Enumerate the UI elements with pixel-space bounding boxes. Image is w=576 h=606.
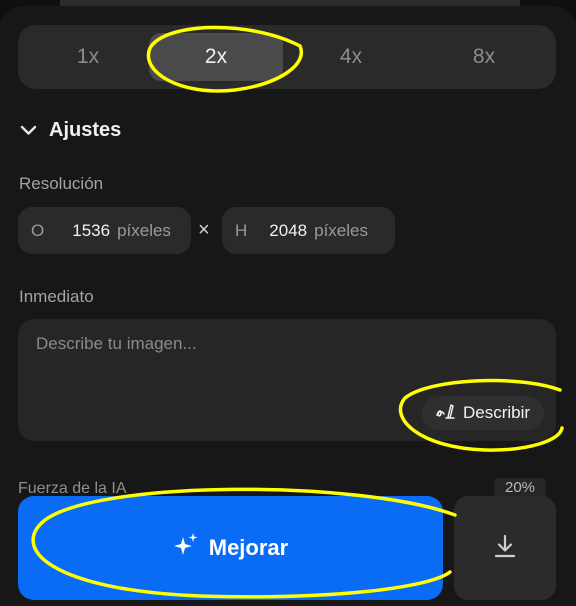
scale-option-8x[interactable]: 8x [434, 25, 534, 89]
settings-section-toggle[interactable]: Ajustes [20, 119, 121, 142]
width-unit: píxeles [117, 220, 171, 240]
times-symbol: × [198, 219, 210, 241]
scale-option-1x[interactable]: 1x [38, 25, 138, 89]
scale-selector: 1x 2x 4x 8x [18, 25, 556, 89]
sparkle-icon [173, 532, 199, 564]
download-button[interactable] [454, 496, 556, 600]
width-value: 1536 [72, 220, 111, 240]
enhance-label: Mejorar [208, 535, 289, 560]
resolution-label: Resolución [19, 174, 104, 193]
scale-option-2x[interactable]: 2x [149, 33, 283, 81]
prompt-box: Describir [18, 319, 556, 441]
scale-option-4x[interactable]: 4x [301, 25, 401, 89]
width-field[interactable]: O 1536 píxeles [18, 207, 191, 254]
height-value: 2048 [269, 220, 308, 240]
ai-strength-value: 20% [494, 478, 546, 498]
describe-label: Describir [463, 403, 531, 422]
settings-section-title: Ajustes [49, 119, 122, 141]
height-unit: píxeles [314, 220, 368, 240]
prompt-input[interactable] [36, 329, 516, 359]
describe-icon [436, 402, 456, 425]
width-prefix: O [31, 220, 45, 240]
prompt-label: Inmediato [19, 287, 94, 306]
height-field[interactable]: H 2048 píxeles [222, 207, 395, 254]
height-prefix: H [235, 220, 248, 240]
enhance-button[interactable]: Mejorar [18, 496, 443, 600]
describe-button[interactable]: Describir [422, 396, 545, 430]
download-icon [493, 533, 517, 564]
chevron-down-icon [20, 125, 37, 136]
settings-panel: 1x 2x 4x 8x Ajustes Resolución O 1536 pí… [0, 6, 576, 606]
